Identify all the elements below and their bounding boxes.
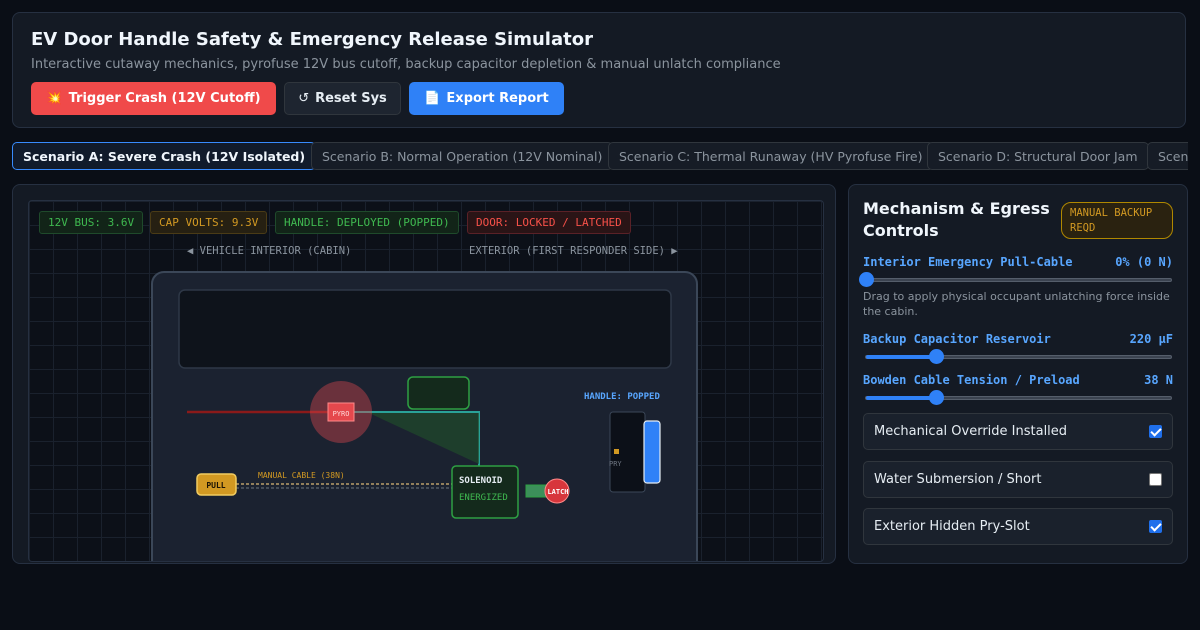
trigger-crash-label: Trigger Crash (12V Cutoff) xyxy=(68,91,261,106)
pull-cable-slider[interactable] xyxy=(859,272,1172,287)
water-submersion-checkbox[interactable] xyxy=(1149,473,1162,486)
backup-capacitor xyxy=(407,376,470,410)
exterior-side-label: EXTERIOR (FIRST RESPONDER SIDE) ▶ xyxy=(469,245,678,257)
tab-scenario-d[interactable]: Scenario D: Structural Door Jam xyxy=(927,142,1149,170)
latch-label: LATCH xyxy=(547,488,568,496)
reset-system-button[interactable]: ↺ Reset Sys xyxy=(284,82,401,115)
solenoid-block xyxy=(451,465,519,519)
tab-scenario-a[interactable]: Scenario A: Severe Crash (12V Isolated) xyxy=(12,142,317,170)
handle-status-chip: HANDLE: DEPLOYED (POPPED) xyxy=(275,211,459,234)
solenoid-label: SOLENOID xyxy=(459,476,503,486)
mechanical-override-checkbox[interactable] xyxy=(1149,425,1162,438)
toggle-water-submersion[interactable]: Water Submersion / Short xyxy=(863,461,1173,498)
toggle-mechanical-override-label: Mechanical Override Installed xyxy=(874,424,1068,439)
pull-cable-hint: Drag to apply physical occupant unlatchi… xyxy=(863,290,1170,318)
pull-cable-label: Interior Emergency Pull-Cable xyxy=(863,255,1073,269)
reset-icon: ↺ xyxy=(298,91,310,106)
toggle-pry-slot-label: Exterior Hidden Pry-Slot xyxy=(874,519,1030,534)
app-title: EV Door Handle Safety & Emergency Releas… xyxy=(31,29,593,50)
door-handle-popped[interactable] xyxy=(643,420,661,484)
solenoid-state: ENERGIZED xyxy=(459,493,508,503)
pry-label: PRY xyxy=(609,460,622,468)
cutaway-stage: PYRO MANUAL CABLE (38N) PULL SOLENOID EN… xyxy=(12,184,836,564)
bus-voltage-chip: 12V BUS: 3.6V xyxy=(39,211,144,234)
tension-slider[interactable] xyxy=(865,390,1172,405)
interior-side-label: ◀ VEHICLE INTERIOR (CABIN) xyxy=(187,245,352,257)
capacitor-thumb[interactable] xyxy=(929,349,945,364)
capacitor-fill xyxy=(866,355,937,359)
pull-cable-value: 0% (0 N) xyxy=(1115,255,1173,269)
pry-slot-checkbox[interactable] xyxy=(1149,520,1162,533)
controls-panel: Mechanism & Egress Controls MANUAL BACKU… xyxy=(848,184,1188,564)
pry-slot-marker xyxy=(614,449,619,454)
capacitor-label: Backup Capacitor Reservoir xyxy=(863,332,1051,346)
capacitor-value: 220 μF xyxy=(1129,332,1173,346)
manual-backup-badge: MANUAL BACKUP REQD xyxy=(1061,202,1173,239)
trigger-crash-button[interactable]: 💥 Trigger Crash (12V Cutoff) xyxy=(31,82,276,115)
tab-scenario-c[interactable]: Scenario C: Thermal Runaway (HV Pyrofuse… xyxy=(608,142,934,170)
toggle-pry-slot[interactable]: Exterior Hidden Pry-Slot xyxy=(863,508,1173,545)
reset-system-label: Reset Sys xyxy=(315,91,387,106)
door-window xyxy=(178,289,672,369)
cap-voltage-chip: CAP VOLTS: 9.3V xyxy=(150,211,268,234)
export-report-button[interactable]: 📄 Export Report xyxy=(409,82,564,115)
toggle-mechanical-override[interactable]: Mechanical Override Installed xyxy=(863,413,1173,450)
export-report-label: Export Report xyxy=(446,91,549,106)
tab-scenario-e[interactable]: Scenario E xyxy=(1147,142,1188,170)
app-subtitle: Interactive cutaway mechanics, pyrofuse … xyxy=(31,57,781,72)
tension-label: Bowden Cable Tension / Preload xyxy=(863,373,1080,387)
document-icon: 📄 xyxy=(424,91,441,106)
header-card: EV Door Handle Safety & Emergency Releas… xyxy=(12,12,1186,128)
handle-state-label: HANDLE: POPPED xyxy=(584,392,660,402)
pull-label: PULL xyxy=(206,481,225,490)
toggle-water-submersion-label: Water Submersion / Short xyxy=(874,472,1042,487)
pull-cable-thumb[interactable] xyxy=(859,272,874,287)
door-cutaway-diagram: PYRO MANUAL CABLE (38N) PULL SOLENOID EN… xyxy=(151,271,698,561)
tension-fill xyxy=(866,396,937,400)
cutaway-canvas: PYRO MANUAL CABLE (38N) PULL SOLENOID EN… xyxy=(28,200,824,562)
tension-thumb[interactable] xyxy=(929,390,945,405)
manual-cable-label: MANUAL CABLE (38N) xyxy=(258,471,345,480)
scenario-tabs: Scenario A: Severe Crash (12V Isolated) … xyxy=(12,142,1188,171)
panel-title: Mechanism & Egress Controls xyxy=(863,199,1050,240)
pyro-label: PYRO xyxy=(333,410,350,418)
explosion-icon: 💥 xyxy=(46,91,63,106)
tension-value: 38 N xyxy=(1144,373,1173,387)
tab-scenario-b[interactable]: Scenario B: Normal Operation (12V Nomina… xyxy=(311,142,614,170)
capacitor-slider[interactable] xyxy=(865,349,1172,364)
door-status-chip: DOOR: LOCKED / LATCHED xyxy=(467,211,631,234)
